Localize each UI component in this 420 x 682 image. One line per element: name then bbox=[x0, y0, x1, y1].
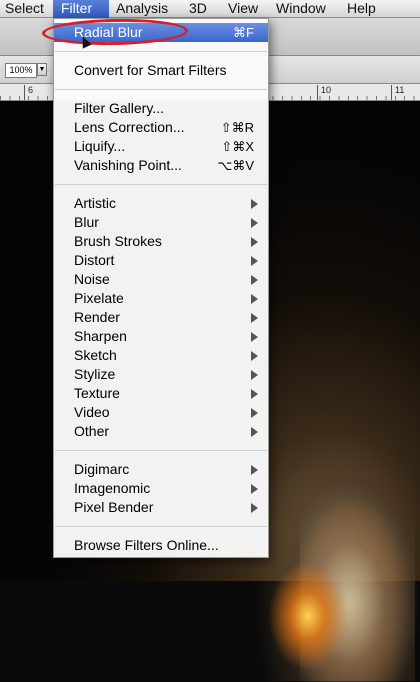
menu-item-label: Stylize bbox=[74, 366, 116, 382]
submenu-arrow-icon bbox=[251, 294, 258, 304]
filter-menu: Radial Blur ⌘F Convert for Smart Filters… bbox=[53, 18, 269, 558]
submenu-arrow-icon bbox=[251, 218, 258, 228]
submenu-arrow-icon bbox=[251, 275, 258, 285]
menu-item-sharpen[interactable]: Sharpen bbox=[54, 327, 268, 346]
menu-item-liquify[interactable]: Liquify... ⇧⌘X bbox=[54, 137, 268, 156]
submenu-arrow-icon bbox=[251, 332, 258, 342]
menu-separator bbox=[55, 51, 267, 52]
menu-item-label: Pixel Bender bbox=[74, 499, 154, 515]
menu-item-texture[interactable]: Texture bbox=[54, 384, 268, 403]
menu-item-label: Video bbox=[74, 404, 110, 420]
menu-item-label: Vanishing Point... bbox=[74, 157, 182, 173]
menu-item-convert-smart-filters[interactable]: Convert for Smart Filters bbox=[54, 61, 268, 80]
menu-item-shortcut: ⌥⌘V bbox=[217, 158, 254, 173]
ruler-label: 6 bbox=[24, 85, 33, 100]
menu-window[interactable]: Window bbox=[268, 0, 334, 18]
menu-item-blur[interactable]: Blur bbox=[54, 213, 268, 232]
menu-filter[interactable]: Filter bbox=[53, 0, 109, 18]
menu-item-label: Artistic bbox=[74, 195, 116, 211]
menu-item-label: Other bbox=[74, 423, 110, 439]
menu-item-label: Noise bbox=[74, 271, 110, 287]
menu-item-label: Liquify... bbox=[74, 138, 126, 154]
submenu-arrow-icon bbox=[251, 199, 258, 209]
submenu-arrow-icon bbox=[251, 503, 258, 513]
menu-item-imagenomic[interactable]: Imagenomic bbox=[54, 479, 268, 498]
menu-3d[interactable]: 3D bbox=[181, 0, 215, 18]
menu-item-label: Blur bbox=[74, 214, 99, 230]
menu-separator bbox=[55, 89, 267, 90]
ruler-label: 11 bbox=[391, 85, 404, 100]
submenu-arrow-icon bbox=[251, 484, 258, 494]
submenu-arrow-icon bbox=[251, 408, 258, 418]
menu-item-other[interactable]: Other bbox=[54, 422, 268, 441]
menu-item-lens-correction[interactable]: Lens Correction... ⇧⌘R bbox=[54, 118, 268, 137]
menu-item-stylize[interactable]: Stylize bbox=[54, 365, 268, 384]
image-fire-glow bbox=[268, 561, 348, 671]
menu-item-label: Digimarc bbox=[74, 461, 130, 477]
submenu-arrow-icon bbox=[251, 389, 258, 399]
menu-item-label: Browse Filters Online... bbox=[74, 537, 219, 553]
menu-item-vanishing-point[interactable]: Vanishing Point... ⌥⌘V bbox=[54, 156, 268, 175]
ruler-label: 10 bbox=[317, 85, 331, 100]
menu-separator bbox=[55, 526, 267, 527]
menu-item-label: Sketch bbox=[74, 347, 117, 363]
menu-item-label: Sharpen bbox=[74, 328, 127, 344]
menu-item-shortcut: ⇧⌘R bbox=[220, 120, 254, 135]
menu-item-brush-strokes[interactable]: Brush Strokes bbox=[54, 232, 268, 251]
menu-item-label: Imagenomic bbox=[74, 480, 151, 496]
submenu-arrow-icon bbox=[251, 427, 258, 437]
submenu-arrow-icon bbox=[251, 351, 258, 361]
menu-item-sketch[interactable]: Sketch bbox=[54, 346, 268, 365]
menu-item-label: Brush Strokes bbox=[74, 233, 162, 249]
menu-item-shortcut: ⌘F bbox=[233, 25, 254, 40]
menu-item-shortcut: ⇧⌘X bbox=[221, 139, 254, 154]
menu-item-label: Render bbox=[74, 309, 120, 325]
submenu-arrow-icon bbox=[251, 256, 258, 266]
zoom-field[interactable]: 100% bbox=[5, 63, 37, 78]
menu-bar: Select Filter Analysis 3D View Window He… bbox=[0, 0, 420, 18]
submenu-arrow-icon bbox=[251, 465, 258, 475]
menu-item-label: Convert for Smart Filters bbox=[74, 62, 227, 78]
menu-item-digimarc[interactable]: Digimarc bbox=[54, 460, 268, 479]
menu-item-video[interactable]: Video bbox=[54, 403, 268, 422]
menu-select[interactable]: Select bbox=[0, 0, 52, 18]
menu-separator bbox=[55, 184, 267, 185]
menu-item-label: Pixelate bbox=[74, 290, 124, 306]
submenu-arrow-icon bbox=[251, 370, 258, 380]
menu-item-pixelate[interactable]: Pixelate bbox=[54, 289, 268, 308]
menu-item-filter-gallery[interactable]: Filter Gallery... bbox=[54, 99, 268, 118]
menu-analysis[interactable]: Analysis bbox=[108, 0, 176, 18]
menu-item-browse-filters-online[interactable]: Browse Filters Online... bbox=[54, 536, 268, 555]
menu-item-artistic[interactable]: Artistic bbox=[54, 194, 268, 213]
menu-item-noise[interactable]: Noise bbox=[54, 270, 268, 289]
submenu-arrow-icon bbox=[251, 313, 258, 323]
menu-item-label: Texture bbox=[74, 385, 120, 401]
menu-help[interactable]: Help bbox=[339, 0, 384, 18]
menu-item-render[interactable]: Render bbox=[54, 308, 268, 327]
submenu-arrow-icon bbox=[251, 237, 258, 247]
menu-item-label: Filter Gallery... bbox=[74, 100, 164, 116]
menu-view[interactable]: View bbox=[220, 0, 266, 18]
zoom-dropdown-arrow[interactable]: ▼ bbox=[37, 63, 47, 76]
menu-item-label: Distort bbox=[74, 252, 115, 268]
menu-item-label: Lens Correction... bbox=[74, 119, 185, 135]
menu-item-distort[interactable]: Distort bbox=[54, 251, 268, 270]
menu-item-pixel-bender[interactable]: Pixel Bender bbox=[54, 498, 268, 517]
menu-separator bbox=[55, 450, 267, 451]
